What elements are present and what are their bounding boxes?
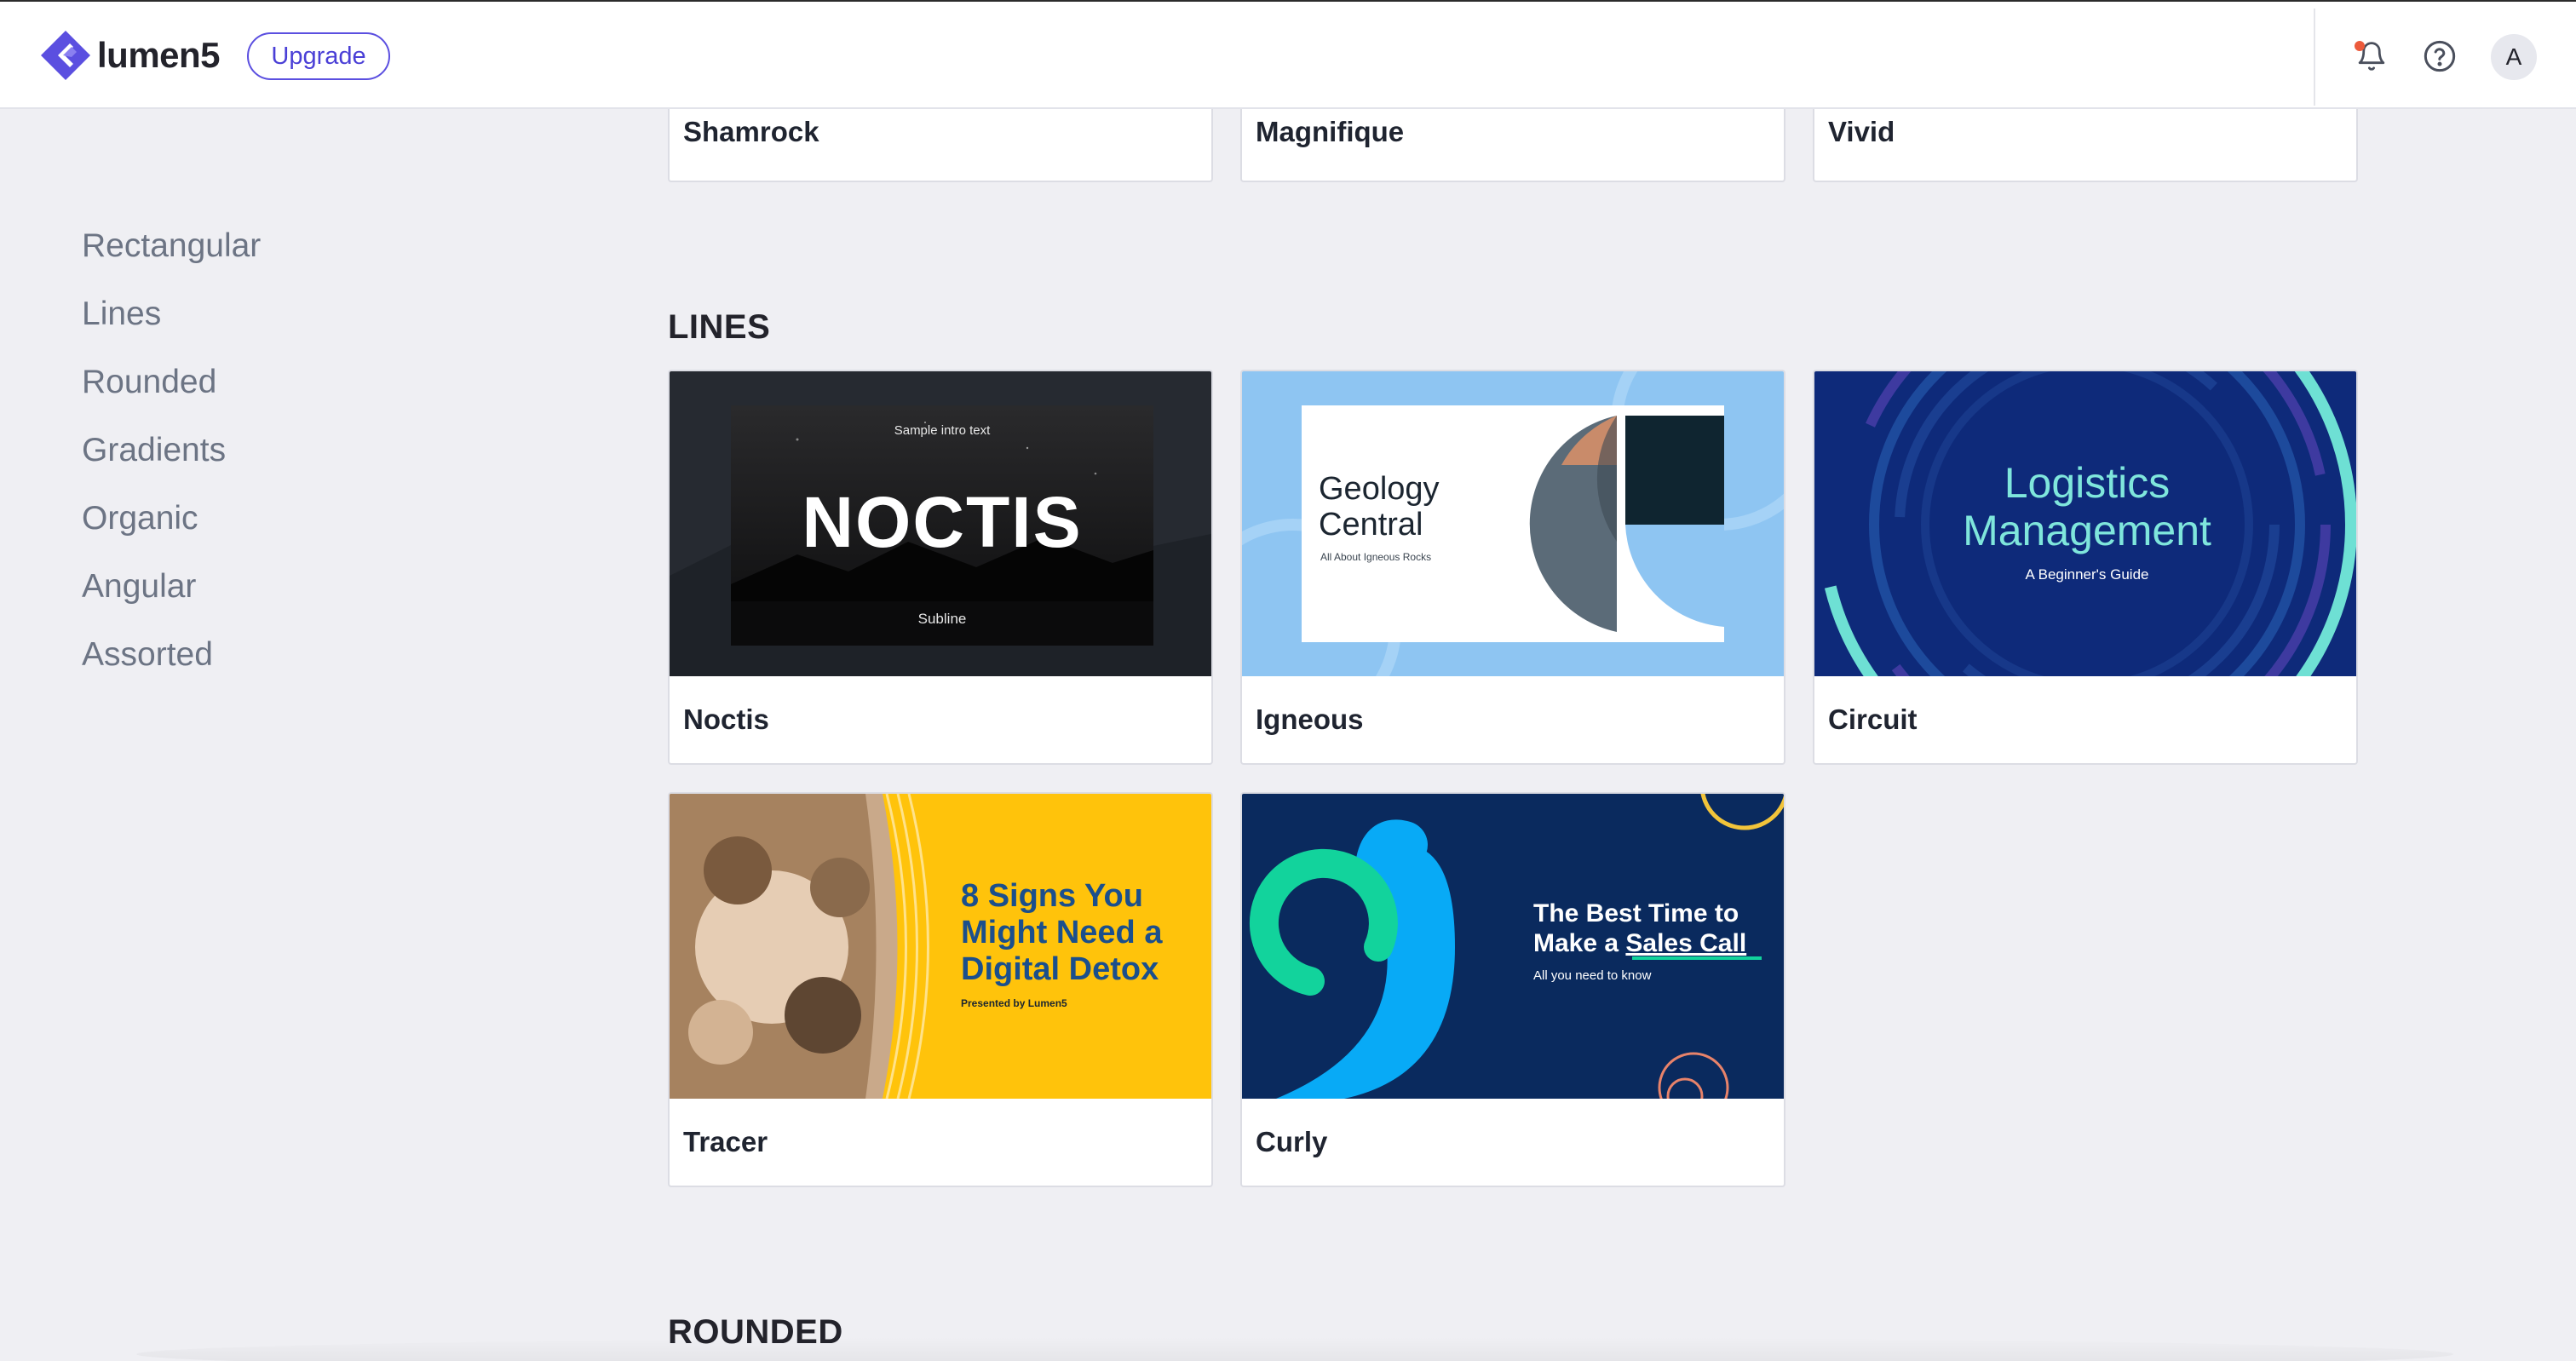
thumb-title-line2: Make a [1533, 929, 1625, 957]
template-card-vivid[interactable]: Vivid [1813, 109, 2358, 182]
template-name: Igneous [1256, 703, 1364, 735]
thumb-subtitle: Presented by Lumen5 [961, 997, 1067, 1009]
template-name: Curly [1256, 1126, 1328, 1157]
thumb-subline-text: Subline [918, 611, 967, 627]
sidebar-item-rounded[interactable]: Rounded [82, 358, 261, 426]
scroll-shadow [136, 1337, 2453, 1361]
top-navigation-bar: lumen5 Upgrade A [0, 0, 2576, 109]
lumen5-logo[interactable]: lumen5 [39, 29, 221, 82]
thumb-title-line1: The Best Time to [1533, 899, 1739, 927]
sidebar-item-lines[interactable]: Lines [82, 290, 261, 358]
thumb-subtitle: All About Igneous Rocks [1320, 551, 1431, 563]
thumb-title-text: NOCTIS [802, 482, 1082, 562]
sidebar-item-organic[interactable]: Organic [82, 494, 261, 562]
style-category-sidebar: Rectangular Lines Rounded Gradients Orga… [82, 221, 261, 698]
logo-icon [41, 31, 90, 80]
help-icon [2424, 40, 2456, 72]
sidebar-item-assorted[interactable]: Assorted [82, 630, 261, 698]
notification-badge-dot [2355, 41, 2365, 51]
thumb-title-line1: Logistics [2004, 459, 2171, 507]
thumb-title-line2: Central [1319, 507, 1423, 543]
sidebar-item-angular[interactable]: Angular [82, 562, 261, 630]
template-card-shamrock[interactable]: Shamrock [668, 109, 1213, 182]
template-card-noctis[interactable]: Sample intro text NOCTIS Subline Noctis [668, 370, 1213, 765]
thumb-title-line2: Might Need a [961, 915, 1163, 950]
help-button[interactable] [2419, 36, 2460, 77]
thumb-subtitle: A Beginner's Guide [2025, 566, 2148, 583]
thumb-title-highlight: Sales Call [1625, 929, 1746, 957]
header-divider [2314, 9, 2315, 106]
thumb-intro-text: Sample intro text [894, 423, 991, 438]
template-thumbnail: The Best Time to Make a Sales Call All y… [1242, 794, 1784, 1099]
logo-text: lumen5 [97, 35, 221, 75]
thumb-title-line2: Management [1963, 507, 2211, 554]
sidebar-item-gradients[interactable]: Gradients [82, 426, 261, 494]
thumb-title-line3: Digital Detox [961, 951, 1159, 987]
template-card-igneous[interactable]: Geology Central All About Igneous Rocks … [1240, 370, 1785, 765]
thumb-subtitle: All you need to know [1533, 968, 1652, 983]
template-name: Shamrock [683, 116, 819, 147]
template-thumbnail: Geology Central All About Igneous Rocks [1242, 371, 1784, 676]
section-title-lines: LINES [668, 308, 771, 346]
template-thumbnail: Logistics Management A Beginner's Guide [1814, 371, 2356, 676]
template-thumbnail: Sample intro text NOCTIS Subline [670, 371, 1211, 676]
template-name: Noctis [683, 703, 769, 735]
template-name: Circuit [1828, 703, 1918, 735]
sidebar-item-rectangular[interactable]: Rectangular [82, 221, 261, 290]
thumb-title-line1: Geology [1319, 471, 1440, 507]
user-avatar[interactable]: A [2491, 34, 2537, 80]
upgrade-button[interactable]: Upgrade [247, 32, 390, 80]
svg-text:Make a Sales Call: Make a Sales Call [1533, 929, 1746, 957]
template-name: Vivid [1828, 116, 1895, 147]
template-name: Tracer [683, 1126, 768, 1157]
template-card-magnifique[interactable]: Magnifique [1240, 109, 1785, 182]
template-card-tracer[interactable]: 8 Signs You Might Need a Digital Detox P… [668, 792, 1213, 1187]
template-card-curly[interactable]: The Best Time to Make a Sales Call All y… [1240, 792, 1785, 1187]
template-card-circuit[interactable]: Logistics Management A Beginner's Guide … [1813, 370, 2358, 765]
template-thumbnail: 8 Signs You Might Need a Digital Detox P… [670, 794, 1211, 1099]
template-name: Magnifique [1256, 116, 1405, 147]
thumb-title-line1: 8 Signs You [961, 878, 1143, 914]
